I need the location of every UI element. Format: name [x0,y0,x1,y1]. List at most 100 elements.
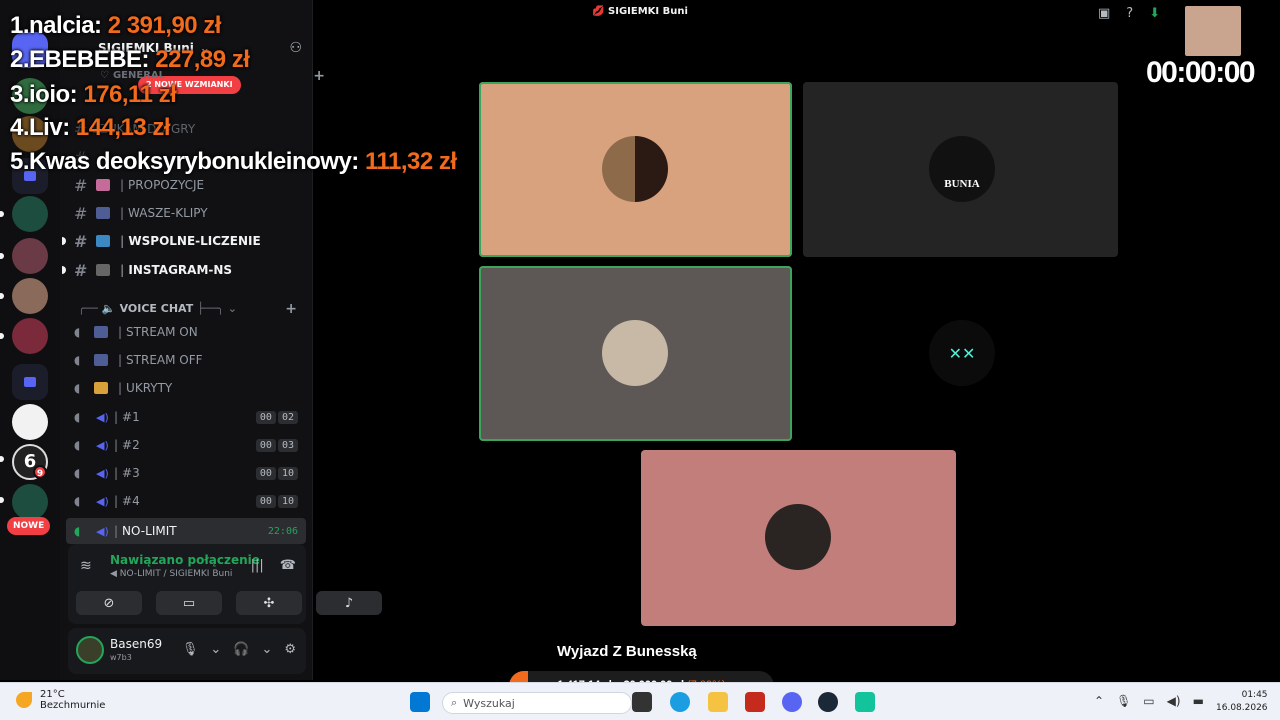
night-server-icon[interactable] [12,196,48,232]
chevron-down-icon[interactable]: ⌄ [210,642,221,657]
server-icon-3[interactable] [12,238,48,274]
voice-icon: ◖ [74,353,81,367]
edge-icon[interactable] [670,692,690,712]
speaker-icon: ◀) [96,410,109,424]
hash-icon: # [74,260,88,280]
soundboard-button[interactable]: ♪ [316,591,382,615]
donation-leaderboard-5: 5.Kwas deoksyrybonukleinowy: 111,32 zł [10,148,457,175]
file-explorer-icon[interactable] [708,692,728,712]
avatar [602,136,668,202]
channel-instagram-ns[interactable]: # | INSTAGRAM-NS [62,257,306,283]
activities-button[interactable]: ✣ [236,591,302,615]
voice-icon: ◖ [74,466,81,480]
hash-icon: # [74,203,88,223]
voice-icon: ◖ [74,438,81,452]
user-count-pill: 00 03 [255,438,298,452]
voice-channel-ukryty[interactable]: ◖ | UKRYTY [66,375,306,401]
stream-icon [94,354,108,366]
voice-panel-actions: ||| ☎ [251,558,296,573]
video-tile-1[interactable] [479,82,792,257]
task-view-icon[interactable] [632,692,652,712]
voice-buttons: ⊘ ▭ ✣ ♪ [76,591,382,615]
camera-off-button[interactable]: ⊘ [76,591,142,615]
screen-share-icon: ▭ [182,595,196,611]
new-badge: NOWE [7,517,51,535]
voice-icon: ◖ [74,494,81,508]
video-tile-4[interactable]: ✕✕ [803,266,1118,441]
unread-indicator [0,253,4,259]
volume-icon[interactable]: ◀) [1167,694,1181,708]
video-tile-2[interactable]: BUNIA [803,82,1118,257]
donation-leaderboard-2: 2.EBEBEBE: 227,89 zł [10,46,250,73]
windows-start-icon[interactable] [410,692,430,712]
voice-channel-4[interactable]: ◖ ◀) | #4 00 10 [66,488,306,514]
voice-channel-stream-on[interactable]: ◖ | STREAM ON [66,319,306,345]
voice-channel-3[interactable]: ◖ ◀) | #3 00 10 [66,460,306,486]
create-channel-icon[interactable]: + [313,68,325,84]
discord-icon[interactable] [782,692,802,712]
search-input[interactable]: ⌕ Wyszukaj [442,692,632,714]
chevron-down-icon[interactable]: ⌄ [261,642,272,657]
hash-icon: # [74,231,88,251]
disconnect-icon[interactable]: ☎ [280,558,296,573]
donation-goal-title: Wyjazd Z Bunesską [557,643,697,660]
user-controls: 🎙 ⌄ 🎧 ⌄ ⚙ [182,642,296,657]
user-count-pill: 00 02 [255,410,298,424]
microphone-icon[interactable]: 🎙 [182,642,199,657]
microphone-icon[interactable]: 🎙 [1116,694,1131,708]
add-member-icon[interactable]: ⚇ [289,40,302,56]
user-status: w7b3 [110,653,132,662]
voice-channel-stream-off[interactable]: ◖ | STREAM OFF [66,347,306,373]
voice-channel-no-limit[interactable]: ◖ ◀) | NO-LIMIT 22:06 [66,518,306,544]
taskbar-clock[interactable]: 01:45 16.08.2026 [1216,689,1268,715]
voice-icon: ◖ [74,410,81,424]
weather-widget[interactable]: 21°C Bezchmurnie [16,689,105,711]
voice-connection-panel: ≋ Nawiązano połączenie ◀ NO-LIMIT / SIGI… [68,544,382,624]
voice-channel-1[interactable]: ◖ ◀) | #1 00 02 [66,404,306,430]
download-icon[interactable]: ⬇ [1149,6,1160,21]
steam-icon[interactable] [818,692,838,712]
username[interactable]: Basen69 [110,637,162,651]
channel-wasze-klipy[interactable]: # | WASZE-KLIPY [66,200,306,226]
chevron-up-icon[interactable]: ⌃ [1094,694,1104,708]
video-tile-5[interactable] [641,450,956,626]
video-tile-3[interactable] [479,266,792,441]
headphones-icon[interactable]: 🎧 [233,642,249,657]
help-icon[interactable]: ? [1126,6,1133,21]
search-icon: ⌕ [451,696,458,709]
category-voice-chat[interactable]: ╭── 🔈 VOICE CHAT ├──╮ ⌄ + [78,301,303,317]
noise-suppression-icon[interactable]: ||| [251,558,264,573]
gear-icon[interactable]: ⚙ [284,642,296,657]
channel-wspolne-liczenie[interactable]: # | WSPOLNE-LICZENIE [62,228,306,254]
server-icon-4[interactable] [12,278,48,314]
app-icon-green[interactable] [855,692,875,712]
connection-channel[interactable]: ◀ NO-LIMIT / SIGIEMKI Buni [110,569,232,579]
avatar: BUNIA [929,136,995,202]
voice-channel-2[interactable]: ◖ ◀) | #2 00 03 [66,432,306,458]
chevron-down-icon: ⌄ [227,302,237,315]
numbers-icon [96,235,110,247]
speaker-icon: ◀ [110,569,117,579]
donation-leaderboard-1: 1.nalcia: 2 391,90 zł [10,12,221,39]
donation-leaderboard-4: 4.Liv: 144,13 zł [10,114,171,141]
app-icon-red[interactable] [745,692,765,712]
folder-icon-2[interactable] [12,364,48,400]
webcam-overlay [1185,6,1241,56]
inbox-icon[interactable]: ▣ [1098,6,1110,21]
moon-icon [16,692,32,708]
signal-icon[interactable]: ≋ [80,558,100,578]
battery-icon[interactable]: ▬ [1193,694,1204,708]
network-icon[interactable]: ▭ [1143,694,1154,708]
create-channel-icon[interactable]: + [285,301,297,317]
unread-indicator [0,497,4,503]
server-icon-6[interactable] [12,404,48,440]
night-server-icon-2[interactable] [12,484,48,520]
screen-share-button[interactable]: ▭ [156,591,222,615]
window-title: 💋 SIGIEMKI Buni [592,6,688,17]
unread-indicator [62,266,66,274]
avatar[interactable] [76,636,104,664]
connection-status[interactable]: Nawiązano połączenie [110,553,260,567]
speaker-icon: ◀) [96,494,109,508]
avatar [765,504,831,570]
server-icon-5[interactable] [12,318,48,354]
